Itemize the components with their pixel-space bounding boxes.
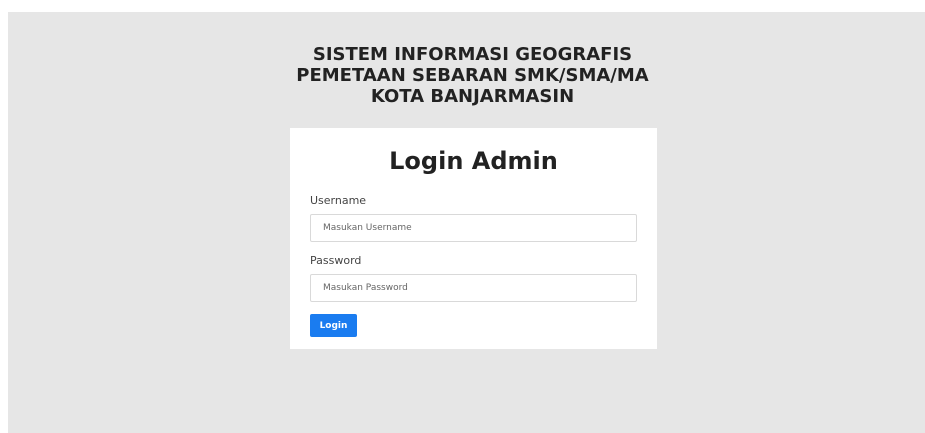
username-input[interactable] bbox=[310, 214, 637, 242]
password-input[interactable] bbox=[310, 274, 637, 302]
username-label: Username bbox=[310, 194, 367, 207]
login-form-card: Login Admin Username Password Login bbox=[290, 128, 657, 349]
app-title-line-3: KOTA BANJARMASIN bbox=[370, 86, 575, 107]
app-title-line-1: SISTEM INFORMASI GEOGRAFIS bbox=[312, 44, 633, 65]
password-label: Password bbox=[310, 254, 362, 267]
login-button[interactable]: Login bbox=[310, 314, 357, 337]
app-title: SISTEM INFORMASI GEOGRAFIS PEMETAAN SEBA… bbox=[245, 44, 700, 107]
app-title-line-2: PEMETAAN SEBARAN SMK/SMA/MA bbox=[296, 65, 649, 86]
login-heading: Login Admin bbox=[389, 147, 558, 175]
